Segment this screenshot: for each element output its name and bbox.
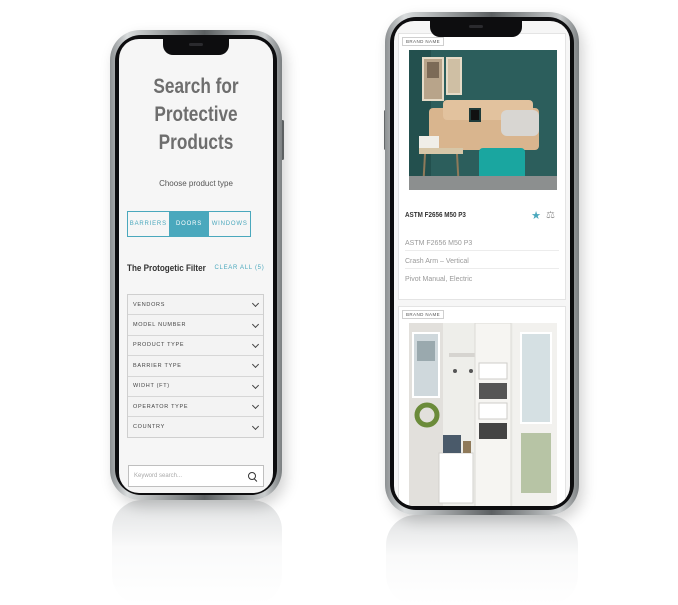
spec-line: Pivot Manual, Electric — [405, 276, 473, 283]
tab-barriers[interactable]: BARRIERS — [128, 212, 169, 236]
chevron-down-icon — [251, 361, 260, 369]
speaker — [189, 43, 203, 46]
product-name[interactable]: ASTM F2656 M50 P3 — [405, 212, 466, 219]
search-icon[interactable] — [248, 472, 256, 480]
filter-label: OPERATOR TYPE — [133, 403, 189, 410]
keyword-search-field[interactable]: Keyword search... — [128, 465, 264, 487]
filter-product-type[interactable]: PRODUCT TYPE — [128, 336, 263, 357]
tab-windows[interactable]: WINDOWS — [209, 212, 250, 236]
star-icon[interactable]: ★ — [531, 210, 541, 221]
filter-width[interactable]: WIDHT (FT) — [128, 377, 263, 397]
left-phone: Search for Protective Products Choose pr… — [110, 30, 282, 500]
filter-list: VENDORS MODEL NUMBER PRODUCT TYPE BARRIE… — [127, 294, 264, 438]
filter-vendors[interactable]: VENDORS — [128, 295, 263, 316]
search-input[interactable]: Keyword search... — [134, 473, 182, 479]
chevron-down-icon — [251, 320, 260, 328]
filter-label: BARRIER TYPE — [133, 362, 182, 369]
product-type-tabs: BARRIERS DOORS WINDOWS — [127, 211, 251, 237]
page-subtitle: Choose product type — [159, 179, 233, 188]
filter-operator-type[interactable]: OPERATOR TYPE — [128, 397, 263, 418]
product-image[interactable] — [409, 323, 557, 506]
filter-title: The Protogetic Filter — [127, 263, 206, 273]
chevron-down-icon — [251, 300, 260, 308]
spec-line: Crash Arm – Vertical — [405, 258, 559, 269]
page-title: Search for Protective Products — [153, 75, 239, 154]
filter-model-number[interactable]: MODEL NUMBER — [128, 315, 263, 336]
notch — [430, 21, 522, 37]
chevron-down-icon — [251, 422, 260, 430]
filter-label: WIDHT (FT) — [133, 383, 170, 390]
chevron-down-icon — [251, 381, 260, 389]
filter-barrier-type[interactable]: BARRIER TYPE — [128, 356, 263, 377]
left-phone-screen: Search for Protective Products Choose pr… — [119, 39, 273, 493]
filter-label: PRODUCT TYPE — [133, 342, 185, 349]
right-phone: BRAND NAME ASTM F2656 M50 P3 ★ ⚖ ASTM F2… — [385, 12, 579, 515]
brand-badge: BRAND NAME — [402, 310, 445, 319]
left-phone-reflection — [112, 500, 282, 605]
product-card[interactable]: BRAND NAME — [398, 33, 566, 300]
brand-badge: BRAND NAME — [402, 37, 445, 46]
product-image[interactable] — [409, 50, 557, 190]
clear-all-link[interactable]: CLEAR ALL (5) — [215, 265, 265, 271]
right-phone-screen: BRAND NAME ASTM F2656 M50 P3 ★ ⚖ ASTM F2… — [394, 21, 570, 506]
left-phone-bezel: Search for Protective Products Choose pr… — [115, 35, 277, 495]
tab-doors[interactable]: DOORS — [168, 212, 210, 236]
filter-label: VENDORS — [133, 301, 166, 308]
right-phone-bezel: BRAND NAME ASTM F2656 M50 P3 ★ ⚖ ASTM F2… — [390, 17, 574, 510]
chevron-down-icon — [251, 340, 260, 349]
filter-label: MODEL NUMBER — [133, 322, 187, 329]
product-card[interactable]: BRAND NAME — [398, 306, 566, 506]
spec-line: ASTM F2656 M50 P3 — [405, 240, 559, 251]
scale-icon[interactable]: ⚖ — [546, 211, 555, 221]
speaker — [469, 25, 483, 28]
chevron-down-icon — [251, 402, 260, 410]
filter-country[interactable]: COUNTRY — [128, 417, 263, 436]
filter-header: The Protogetic Filter CLEAR ALL (5) — [127, 263, 264, 273]
notch — [163, 39, 229, 55]
right-phone-reflection — [386, 515, 578, 605]
filter-label: COUNTRY — [133, 424, 165, 431]
